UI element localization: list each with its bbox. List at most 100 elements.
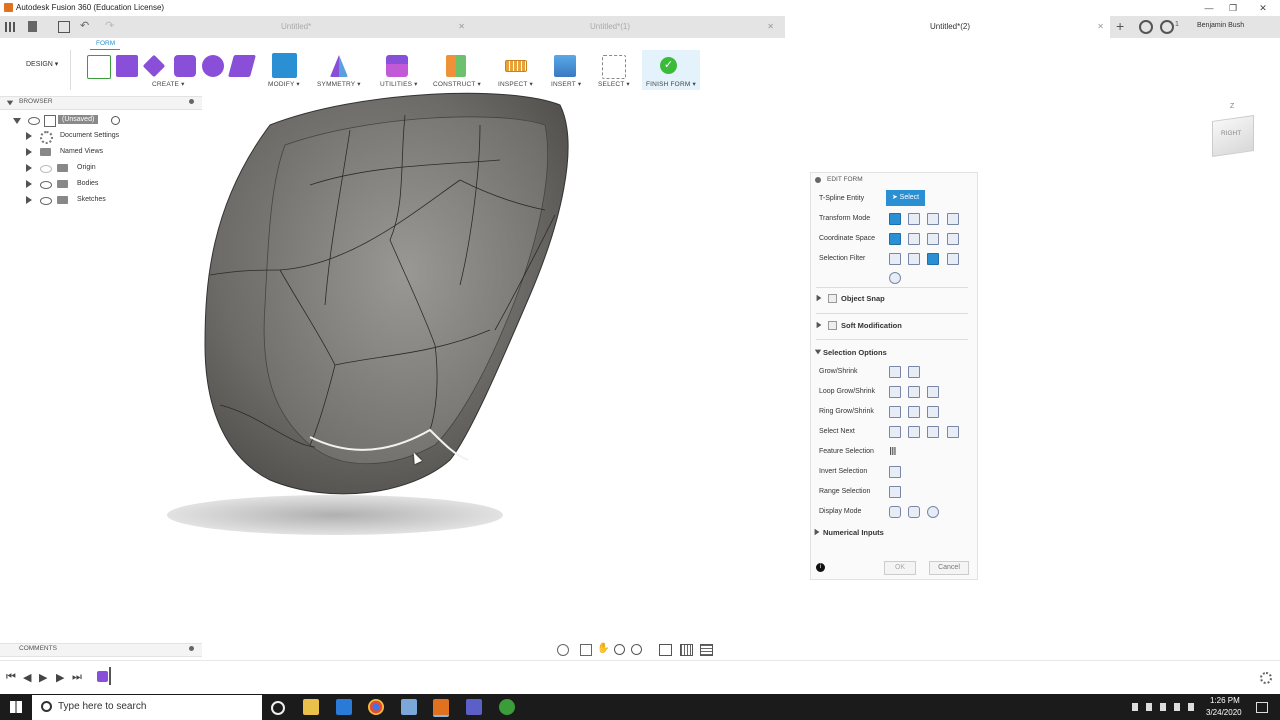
select-menu[interactable]: SELECT ▾ [598, 80, 630, 88]
store-icon[interactable] [336, 699, 352, 715]
browser-collapse-icon[interactable] [6, 100, 14, 106]
multi-transform-icon[interactable] [889, 213, 901, 225]
expand-soft-modification-icon[interactable] [816, 321, 822, 329]
tab-untitled[interactable]: Untitled* ✕ [265, 16, 471, 38]
select-next-down-icon[interactable] [908, 426, 920, 438]
control-frame-display-icon[interactable] [908, 506, 920, 518]
soft-modification-label[interactable]: Soft Modification [841, 321, 902, 330]
object-snap-label[interactable]: Object Snap [841, 294, 885, 303]
system-tray-icons[interactable] [1132, 703, 1202, 711]
visibility-eye-icon[interactable] [28, 117, 40, 125]
expand-object-snap-icon[interactable] [816, 294, 822, 302]
close-tab-icon[interactable]: ✕ [458, 16, 465, 38]
visibility-eye-icon[interactable] [40, 197, 52, 205]
file-explorer-icon[interactable] [303, 699, 319, 715]
maximize-button[interactable]: ❐ [1226, 1, 1240, 15]
collapse-selection-options-icon[interactable] [814, 349, 822, 355]
activate-radio-icon[interactable] [111, 116, 120, 125]
teams-icon[interactable] [466, 699, 482, 715]
cylinder-icon[interactable] [174, 55, 196, 77]
range-selection-icon[interactable] [889, 486, 901, 498]
notifications-icon[interactable] [1160, 20, 1174, 34]
create-form-icon[interactable] [87, 55, 111, 79]
expand-icon[interactable] [26, 164, 32, 172]
redo-icon[interactable]: ↷ [105, 19, 114, 32]
grid-settings-icon[interactable] [680, 644, 693, 656]
snipping-tool-icon[interactable] [401, 699, 417, 715]
ring-grow-icon[interactable] [908, 406, 920, 418]
body-filter-icon[interactable] [947, 253, 959, 265]
go-to-start-icon[interactable]: ⏮ [6, 671, 16, 684]
step-back-icon[interactable]: ◀ [23, 671, 31, 684]
go-to-end-icon[interactable]: ⏭ [72, 671, 82, 684]
workspace-dropdown[interactable]: DESIGN ▾ [26, 60, 58, 68]
timeline-form-feature-icon[interactable] [97, 671, 108, 682]
expand-icon[interactable] [26, 148, 32, 156]
form-mode-tab[interactable]: FORM [96, 40, 115, 47]
info-icon[interactable]: i [816, 563, 825, 572]
construct-icon[interactable] [446, 55, 466, 77]
selection-options-label[interactable]: Selection Options [823, 348, 887, 357]
look-at-icon[interactable] [580, 644, 592, 656]
symmetry-icon[interactable] [330, 55, 348, 77]
local-space-icon[interactable] [927, 233, 939, 245]
vertex-filter-icon[interactable] [889, 253, 901, 265]
select-entity-button[interactable]: ➤ Select [886, 190, 925, 206]
object-snap-checkbox[interactable] [828, 294, 837, 303]
loop-grow-icon[interactable] [908, 386, 920, 398]
checkmark-icon[interactable]: ✓ [660, 57, 677, 74]
edge-filter-icon[interactable] [908, 253, 920, 265]
play-icon[interactable]: ▶ [39, 671, 47, 684]
smooth-display-icon[interactable] [927, 506, 939, 518]
cortana-icon[interactable] [271, 701, 285, 715]
close-tab-icon[interactable]: ✕ [1097, 16, 1104, 38]
visibility-eye-icon[interactable] [40, 165, 52, 173]
soft-modification-checkbox[interactable] [828, 321, 837, 330]
translate-icon[interactable] [908, 213, 920, 225]
browser-root-label[interactable]: (Unsaved) [58, 115, 99, 124]
file-icon[interactable] [28, 21, 37, 32]
visibility-eye-icon[interactable] [40, 181, 52, 189]
apps-grid-icon[interactable] [5, 22, 15, 32]
pan-hand-icon[interactable]: ✋ [597, 643, 609, 654]
job-status-icon[interactable] [1139, 20, 1153, 34]
chrome-icon[interactable] [368, 699, 384, 715]
shrink-icon[interactable] [908, 366, 920, 378]
close-button[interactable]: ✕ [1256, 1, 1270, 15]
display-settings-icon[interactable] [659, 644, 672, 656]
minimize-button[interactable]: — [1202, 1, 1216, 15]
save-icon[interactable] [58, 21, 70, 33]
expand-icon[interactable] [26, 132, 32, 140]
tab-untitled-1[interactable]: Untitled*(1) ✕ [590, 16, 780, 38]
browser-item-origin[interactable]: Origin [77, 164, 96, 171]
modify-icon[interactable] [272, 53, 297, 78]
select-icon[interactable] [602, 55, 626, 79]
close-tab-icon[interactable]: ✕ [767, 16, 774, 38]
scale-icon[interactable] [947, 213, 959, 225]
timeline-marker[interactable] [109, 667, 111, 685]
select-next-right-icon[interactable] [947, 426, 959, 438]
fit-zoom-icon[interactable] [631, 644, 642, 655]
numerical-inputs-label[interactable]: Numerical Inputs [823, 528, 884, 537]
all-filter-icon[interactable] [889, 272, 901, 284]
box-icon[interactable] [116, 55, 138, 77]
select-next-up-icon[interactable] [889, 426, 901, 438]
face-filter-icon[interactable] [927, 253, 939, 265]
fusion360-taskbar-icon[interactable] [433, 699, 449, 717]
utilities-icon[interactable] [386, 55, 408, 77]
box-display-icon[interactable] [889, 506, 901, 518]
ok-button[interactable]: OK [884, 561, 916, 575]
finish-form-menu[interactable]: FINISH FORM ▾ [646, 80, 696, 88]
rotate-icon[interactable] [927, 213, 939, 225]
viewports-icon[interactable] [700, 644, 713, 656]
world-space-icon[interactable] [908, 233, 920, 245]
feature-selection-icon[interactable]: Ⅲ [889, 445, 897, 458]
browser-item-document-settings[interactable]: Document Settings [60, 132, 119, 139]
3d-model-tspline-body[interactable] [150, 85, 590, 545]
app-icon[interactable] [499, 699, 515, 715]
insert-image-icon[interactable] [554, 55, 576, 77]
comments-pin-icon[interactable] [189, 646, 194, 651]
expand-numerical-inputs-icon[interactable] [814, 528, 820, 536]
windows-start-icon[interactable] [10, 701, 22, 713]
expand-root-icon[interactable] [13, 118, 21, 124]
